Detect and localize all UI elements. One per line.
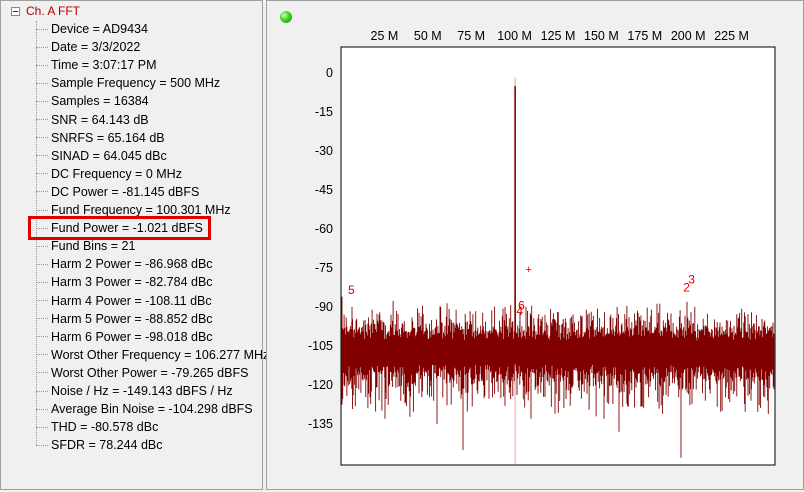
y-tick-label: -120 bbox=[308, 378, 333, 392]
y-tick-label: -135 bbox=[308, 417, 333, 431]
harmonic-marker-label: + bbox=[525, 264, 531, 276]
x-tick-label: 50 M bbox=[414, 29, 442, 43]
x-tick-label: 100 M bbox=[497, 29, 532, 43]
y-tick-label: -75 bbox=[315, 261, 333, 275]
harmonic-marker-label: 5 bbox=[348, 283, 355, 297]
fft-spectrum-chart: 25 M 50 M 75 M 100 M 125 M 150 M 175 M 200 M 225… bbox=[308, 29, 776, 466]
y-tick-label: -30 bbox=[315, 144, 333, 158]
y-tick-label: -45 bbox=[315, 183, 333, 197]
y-tick-label: -90 bbox=[315, 300, 333, 314]
x-tick-label: 175 M bbox=[627, 29, 662, 43]
y-tick-label: 0 bbox=[326, 66, 333, 80]
x-tick-label: 225 M bbox=[714, 29, 749, 43]
harmonic-marker-label: 6 bbox=[518, 299, 525, 313]
x-tick-label: 25 M bbox=[371, 29, 399, 43]
x-tick-label: 75 M bbox=[457, 29, 485, 43]
y-tick-label: -15 bbox=[315, 105, 333, 119]
x-tick-label: 150 M bbox=[584, 29, 619, 43]
y-tick-label: -60 bbox=[315, 222, 333, 236]
harmonic-marker-label: 2 bbox=[683, 280, 690, 294]
y-tick-label: -105 bbox=[308, 339, 333, 353]
x-tick-label: 200 M bbox=[671, 29, 706, 43]
x-tick-label: 125 M bbox=[541, 29, 576, 43]
